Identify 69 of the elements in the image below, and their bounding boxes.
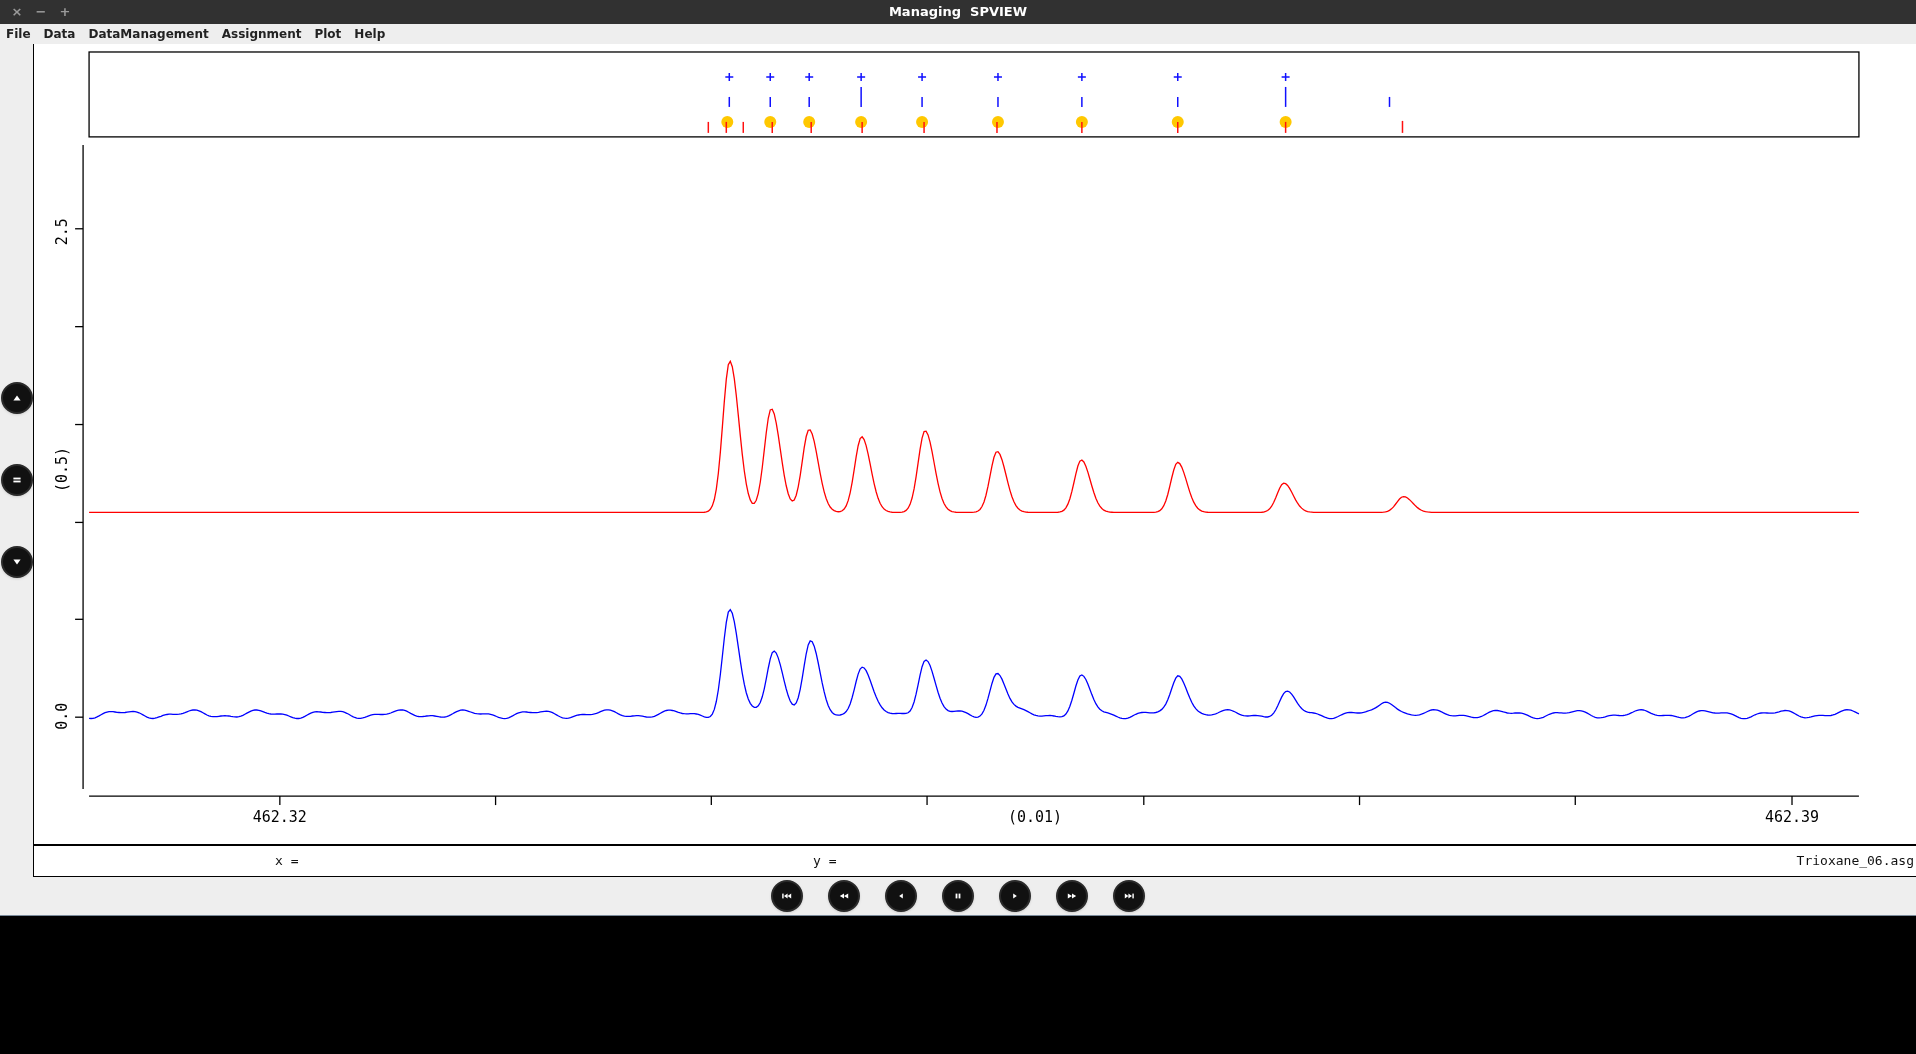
file-name: Trioxane_06.asg [1796,852,1914,871]
plus-marker [804,72,814,82]
stick-line [810,121,812,134]
maximize-button[interactable]: + [58,2,72,22]
window-title: Managing SPVIEW [888,3,1028,22]
menu-item[interactable]: Assignment [221,25,302,43]
peak-dot [721,115,734,128]
stick-line [707,121,710,134]
menu-item[interactable]: DataManagement [88,25,209,43]
plus-marker [993,72,1003,82]
scroll-down-button[interactable] [0,546,33,578]
close-button[interactable]: × [10,2,24,22]
reset-button[interactable] [0,464,33,496]
menu-item[interactable]: Data [43,25,76,43]
minimize-button[interactable]: − [34,2,48,22]
axis-label: 0.0 [53,702,72,730]
stick-line [742,121,745,134]
stick-line [1081,121,1083,134]
plus-marker [1077,72,1087,82]
scroll-up-button[interactable] [0,382,33,414]
peak-dot [1075,115,1088,128]
stick-line [1177,121,1179,134]
stick-line [996,121,998,134]
axis-label: (0.5) [53,446,72,492]
stick-line [1081,96,1083,108]
plus-marker [1280,72,1291,82]
stick-line [1284,86,1287,108]
stick-line [728,96,731,108]
plus-marker [917,72,927,82]
stick-line [1177,96,1179,108]
peak-dot [916,115,929,128]
plus-marker [856,72,866,82]
pause-button[interactable] [942,880,974,912]
peak-dot [992,115,1004,128]
stick-line [1401,120,1404,134]
plus-marker [765,72,775,82]
first-button[interactable] [771,880,803,912]
stick-line [725,121,728,134]
y-readout: y = [813,852,837,871]
stick-line [769,96,771,108]
stick-line [921,96,923,108]
rewind-button[interactable] [828,880,860,912]
stick-line [1284,121,1287,134]
peak-dot [764,115,777,128]
menu-item[interactable]: Help [354,25,386,43]
stick-line [923,121,925,134]
axis-label: 462.32 [252,808,307,827]
stick-line [997,96,999,108]
peak-dot [803,115,816,128]
axis-label: 2.5 [53,218,72,246]
menu-item[interactable]: Plot [314,25,342,43]
stick-line [771,121,773,134]
plus-marker [1173,72,1183,82]
stick-line [808,96,810,108]
fast-forward-button[interactable] [1056,880,1088,912]
axis-label: 462.39 [1764,808,1820,827]
axis-label: (0.01) [1007,808,1062,827]
stick-line [861,121,863,134]
peak-dot [1171,115,1184,128]
plus-marker [724,72,735,82]
stick-line [860,86,862,108]
peak-dot [855,115,868,128]
x-readout: x = [275,852,299,871]
peak-dot [1279,115,1292,128]
stick-line [1388,96,1391,108]
menu-item[interactable]: File [6,25,31,43]
last-button[interactable] [1113,880,1145,912]
play-button[interactable] [999,880,1031,912]
step-back-button[interactable] [885,880,917,912]
